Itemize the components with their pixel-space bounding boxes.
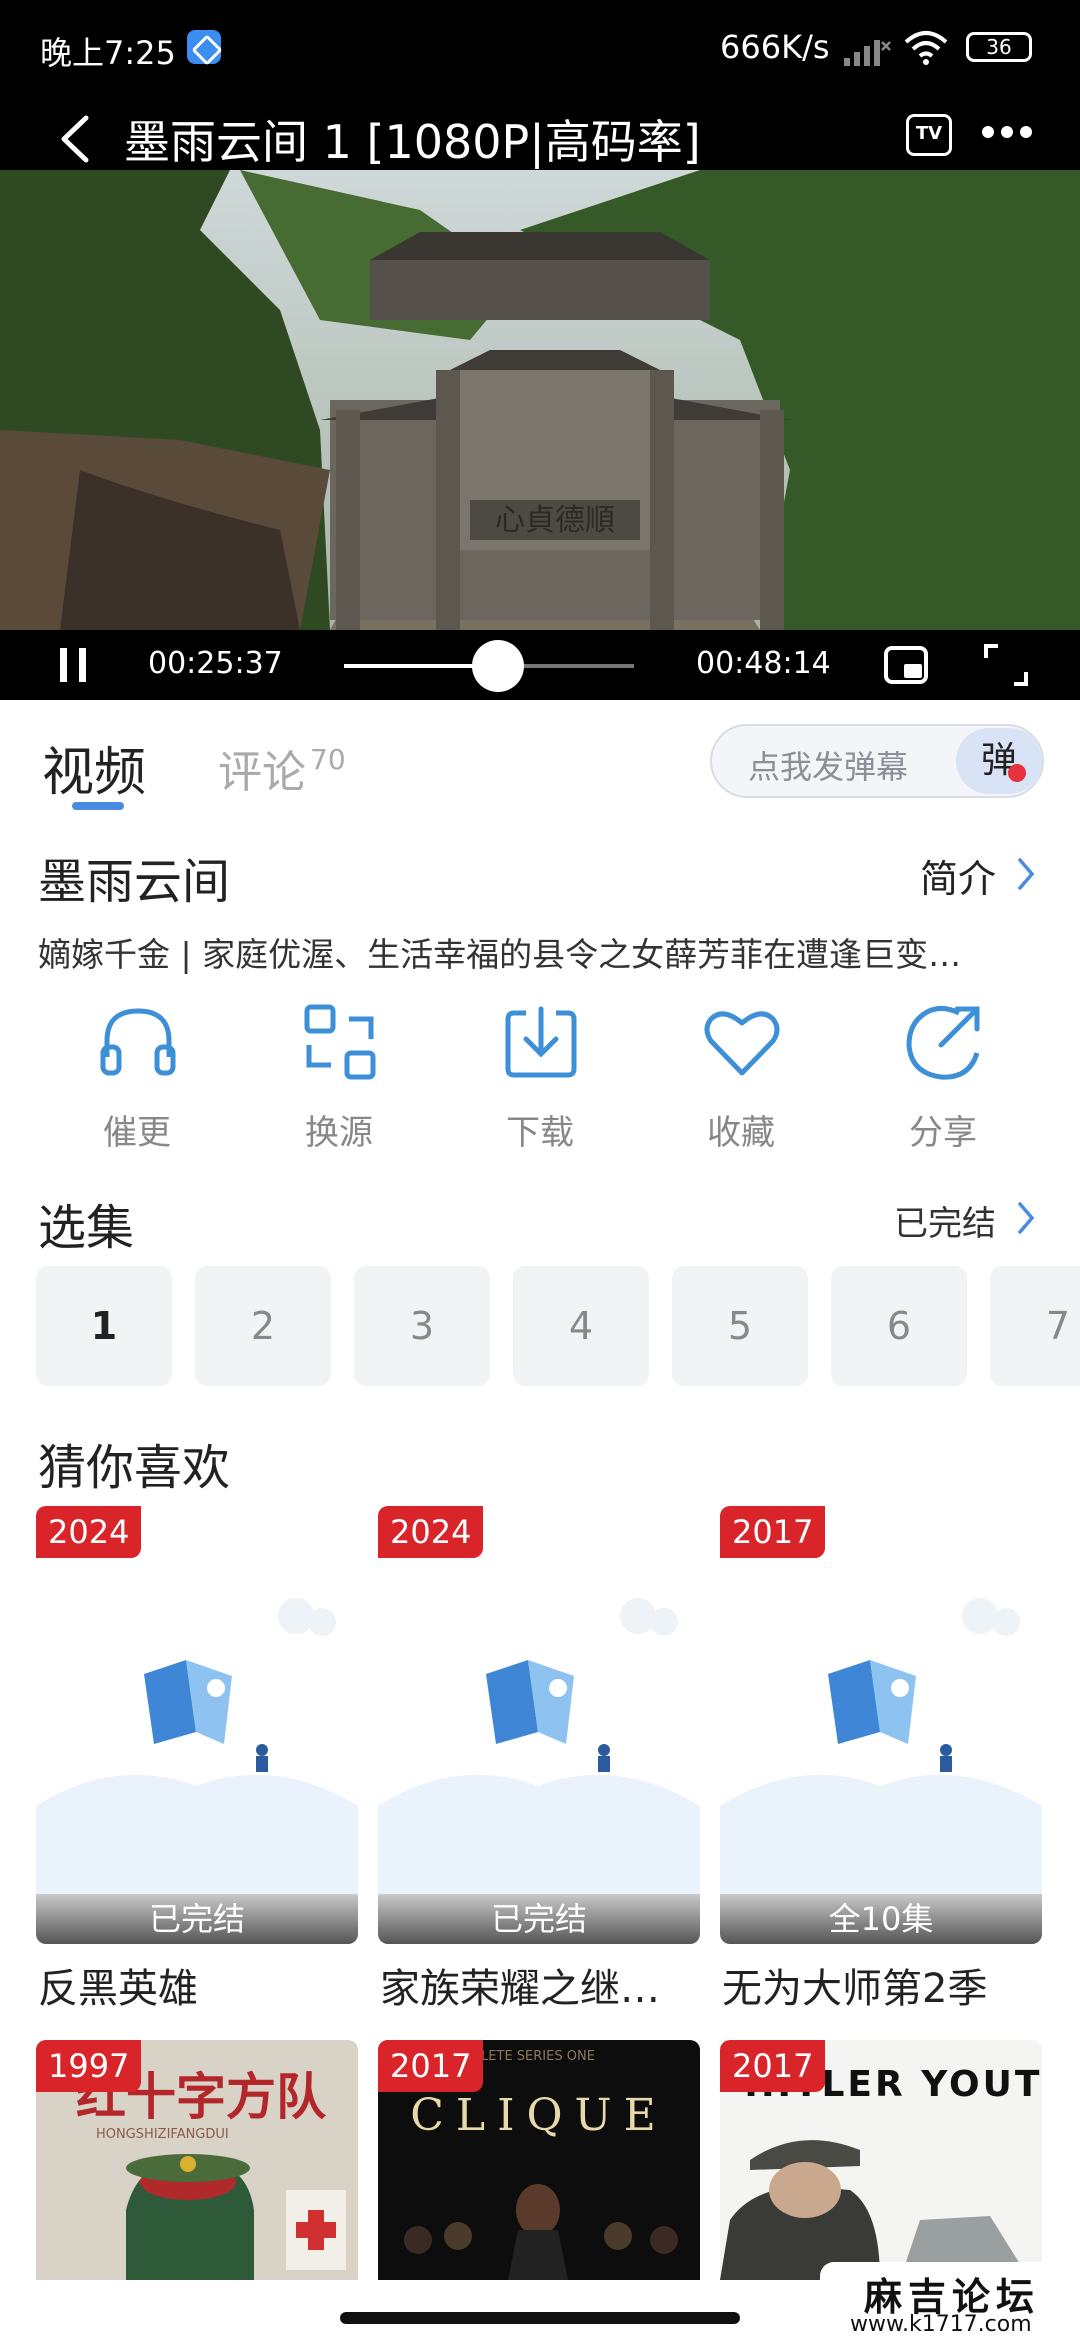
year-badge: 1997 xyxy=(36,2040,142,2092)
signal-icon xyxy=(844,40,891,66)
status-band: 已完结 xyxy=(378,1894,700,1944)
home-indicator[interactable] xyxy=(340,2312,740,2324)
wifi-icon xyxy=(904,31,948,65)
year-badge: 2024 xyxy=(36,1506,142,1558)
tab-comments[interactable]: 评论 70 xyxy=(218,736,346,800)
year-badge: 2017 xyxy=(378,2040,484,2092)
episode-item[interactable]: 3 xyxy=(354,1266,490,1386)
remind-update-button[interactable]: 催更 xyxy=(62,995,212,1165)
status-time: 晚上7:25 xyxy=(40,34,176,72)
download-icon xyxy=(505,1006,577,1078)
player-controls: 00:25:37 00:48:14 xyxy=(0,630,1080,700)
action-label: 催更 xyxy=(103,1113,171,1153)
status-band: 已完结 xyxy=(36,1894,358,1944)
top-bar: 晚上7:25 666K/s 36 墨雨云间 1 [1080P|高码率] TV xyxy=(0,0,1080,170)
year-badge: 2017 xyxy=(720,1506,826,1558)
video-player[interactable]: 心貞德順 00:25:37 00:48:14 xyxy=(0,170,1080,700)
episode-item[interactable]: 4 xyxy=(513,1266,649,1386)
recommendations-title: 猜你喜欢 xyxy=(38,1440,231,1496)
switch-source-button[interactable]: 换源 xyxy=(264,995,414,1165)
placeholder-thumbnail xyxy=(378,1506,700,1944)
forum-watermark: 麻吉论坛 www.k1717.com xyxy=(820,2262,1080,2340)
action-label: 分享 xyxy=(909,1113,977,1153)
fullscreen-icon[interactable] xyxy=(984,644,1028,686)
status-band: 全10集 xyxy=(720,1894,1042,1944)
status-bar: 晚上7:25 666K/s 36 xyxy=(0,0,1080,96)
heart-icon xyxy=(704,1011,780,1076)
current-time: 00:25:37 xyxy=(148,646,283,681)
year-badge: 2017 xyxy=(720,2040,826,2092)
card-title: 反黑英雄 xyxy=(38,1966,198,2012)
image-placeholder-icon xyxy=(720,1506,1042,1944)
episode-item[interactable]: 7 xyxy=(990,1266,1080,1386)
show-title: 墨雨云间 xyxy=(38,854,231,910)
total-time: 00:48:14 xyxy=(696,646,831,681)
app-badge-icon xyxy=(187,30,221,64)
favorite-button[interactable]: 收藏 xyxy=(666,995,816,1165)
poster-text: CLIQUE xyxy=(410,2090,668,2141)
comment-count: 70 xyxy=(310,743,346,776)
episode-item[interactable]: 6 xyxy=(831,1266,967,1386)
intro-link[interactable]: 简介 xyxy=(920,848,996,903)
watermark-url: www.k1717.com xyxy=(850,2312,1032,2337)
card-title: 家族荣耀之继… xyxy=(380,1966,660,2012)
tab-video[interactable]: 视频 xyxy=(42,730,146,805)
danmu-button[interactable]: 弹 xyxy=(956,728,1042,794)
tab-indicator xyxy=(72,802,124,810)
tv-cast-icon[interactable]: TV xyxy=(906,114,952,156)
placeholder-thumbnail xyxy=(720,1506,1042,1944)
image-placeholder-icon xyxy=(36,1506,358,1944)
action-label: 换源 xyxy=(305,1113,373,1153)
chevron-right-icon[interactable] xyxy=(1016,856,1036,892)
action-row: 催更 换源 下载 收藏 分享 xyxy=(0,995,1080,1165)
video-title: 墨雨云间 1 [1080P|高码率] xyxy=(124,115,701,169)
year-badge: 2024 xyxy=(378,1506,484,1558)
more-icon[interactable] xyxy=(980,122,1034,142)
chevron-right-icon[interactable] xyxy=(1016,1200,1036,1236)
placeholder-thumbnail xyxy=(36,1506,358,1944)
headphones-icon xyxy=(100,1008,176,1076)
show-description: 嫡嫁千金 | 家庭优渥、生活幸福的县令之女薛芳菲在遭逢巨变… xyxy=(38,935,962,974)
network-speed: 666K/s xyxy=(720,28,830,66)
action-label: 收藏 xyxy=(707,1113,775,1153)
archway-sign: 心貞德順 xyxy=(495,503,615,538)
episode-item[interactable]: 5 xyxy=(672,1266,808,1386)
poster-subtext: LETE SERIES ONE xyxy=(481,2049,595,2064)
download-button[interactable]: 下载 xyxy=(465,995,615,1165)
episode-list: 1 2 3 4 5 6 7 xyxy=(36,1266,1080,1402)
share-icon xyxy=(906,1005,980,1080)
share-button[interactable]: 分享 xyxy=(868,995,1018,1165)
episode-item[interactable]: 1 xyxy=(36,1266,172,1386)
pip-icon[interactable] xyxy=(884,646,928,684)
image-placeholder-icon xyxy=(378,1506,700,1944)
danmu-placeholder: 点我发弹幕 xyxy=(748,748,909,786)
card-title: 无为大师第2季 xyxy=(722,1966,988,2012)
progress-knob[interactable] xyxy=(471,640,524,692)
danmu-check-icon xyxy=(1008,764,1026,782)
pause-icon[interactable] xyxy=(58,646,88,684)
episode-item[interactable]: 2 xyxy=(195,1266,331,1386)
danmu-input[interactable]: 点我发弹幕 弹 xyxy=(710,724,1044,798)
title-bar: 墨雨云间 1 [1080P|高码率] TV xyxy=(0,100,1080,170)
video-frame: 心貞德順 xyxy=(0,170,1080,630)
switch-source-icon xyxy=(304,1004,376,1080)
episodes-title: 选集 xyxy=(38,1200,135,1256)
episodes-status[interactable]: 已完结 xyxy=(894,1196,996,1245)
action-label: 下载 xyxy=(506,1113,574,1153)
battery-icon: 36 xyxy=(966,32,1032,62)
tab-comments-label: 评论 xyxy=(218,747,306,798)
content-tabs: 视频 评论 70 点我发弹幕 弹 xyxy=(0,700,1080,820)
poster-subtext: HONGSHIZIFANGDUI xyxy=(96,2127,229,2142)
back-arrow-icon[interactable] xyxy=(56,114,96,164)
